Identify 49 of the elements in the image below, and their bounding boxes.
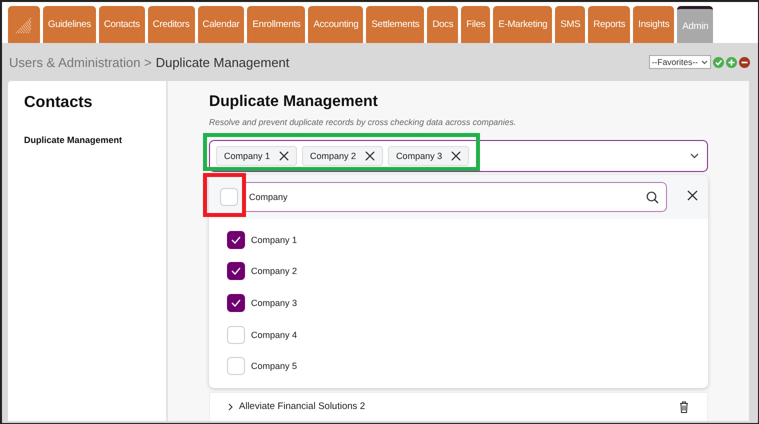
add-icon[interactable] [726,56,737,68]
nav-tab[interactable]: Docs [427,6,458,43]
highlight-frame [203,173,246,217]
nav-tab[interactable]: Reports [588,6,630,43]
option-label[interactable]: Company 5 [251,361,298,372]
page-title: Duplicate Management [209,93,379,111]
search-icon[interactable] [646,191,659,204]
checkbox[interactable] [227,262,245,280]
nav-tab[interactable]: Contacts [98,6,145,43]
nav-tab[interactable]: SMS [555,6,586,43]
chevron-down-icon[interactable] [690,153,699,159]
checkmark-icon[interactable] [713,56,724,68]
nav-tab[interactable]: Settlements [366,6,424,43]
checkbox[interactable] [227,230,245,249]
breadcrumb-current: Duplicate Management [156,54,290,70]
company-select[interactable]: Company 1 Company 2 Company 3 [209,140,708,172]
nav-tab[interactable]: Guidelines [43,6,96,43]
chevron-right-icon[interactable] [228,402,233,411]
chip-label: Company 1 [224,151,270,161]
company-row[interactable]: Alleviate Financial Solutions 2 [209,392,708,421]
nav-tab[interactable]: E-Marketing [493,6,552,43]
close-icon[interactable] [687,190,698,201]
nav-tab[interactable]: Enrollments [247,6,306,43]
sidebar-title: Contacts [24,94,94,112]
checkmark-icon [230,265,242,278]
remove-icon[interactable] [279,151,290,161]
option-label[interactable]: Company 1 [251,234,298,245]
option-label[interactable]: Company 4 [251,330,298,340]
nav-tab[interactable]: Creditors [148,6,195,43]
trash-icon[interactable] [679,400,689,413]
option-label[interactable]: Company 2 [251,266,298,276]
nav-tab[interactable]: Files [461,6,490,43]
favorites-dropdown[interactable]: --Favorites-- [648,55,711,69]
breadcrumb-link[interactable]: Users & Administration > [9,54,152,70]
sidebar-item[interactable]: Duplicate Management [24,135,122,145]
nav-tab[interactable]: Insights [633,6,674,43]
chevron-down-icon [701,60,708,64]
nav-tab[interactable]: Calendar [198,6,244,43]
logo-icon [14,16,34,34]
checkbox[interactable] [227,294,245,312]
nav-tab[interactable]: Accounting [308,6,364,43]
remove-icon[interactable] [365,151,376,161]
remove-icon[interactable] [739,56,750,68]
option-label[interactable]: Company 3 [251,298,298,308]
page-subtitle: Resolve and prevent duplicate records by cross checking data across companies. [209,117,518,127]
chip-label: Company 3 [396,151,442,161]
nav-tab[interactable]: Admin [677,6,714,43]
chip-label: Company 2 [310,151,356,161]
remove-icon[interactable] [451,151,462,161]
